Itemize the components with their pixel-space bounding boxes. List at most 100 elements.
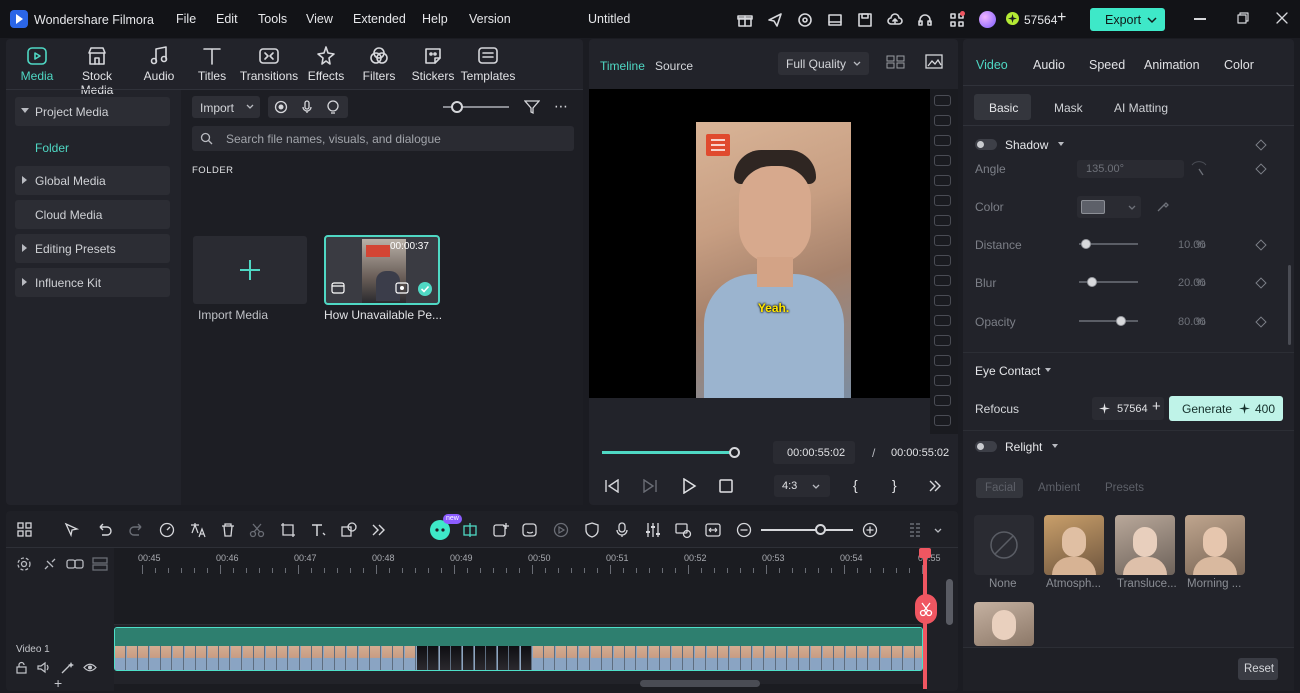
menu-file[interactable]: File bbox=[176, 12, 196, 26]
keyframe-diamond-icon[interactable] bbox=[1255, 316, 1267, 328]
aspect-dropdown[interactable]: 4:3 bbox=[774, 475, 830, 497]
volume-icon[interactable] bbox=[37, 661, 51, 674]
crop-icon[interactable] bbox=[279, 521, 297, 539]
unlink-icon[interactable] bbox=[42, 556, 58, 572]
more-options-icon[interactable]: ⋯ bbox=[554, 98, 569, 115]
color-dropdown[interactable] bbox=[1077, 196, 1141, 218]
keyframe-diamond-icon[interactable] bbox=[1255, 163, 1267, 175]
caret-down-icon[interactable] bbox=[1052, 444, 1058, 449]
tab-stickers[interactable]: Stickers bbox=[402, 45, 464, 83]
zoom-in-icon[interactable] bbox=[861, 521, 879, 539]
quality-dropdown[interactable]: Full Quality bbox=[778, 52, 869, 75]
reset-button[interactable]: Reset bbox=[1238, 658, 1278, 680]
voiceover-icon[interactable] bbox=[326, 100, 340, 114]
preset-atmosphere[interactable] bbox=[1044, 515, 1104, 575]
timeline-tracks-area[interactable]: 00:45 00:46 00:47 00:48 00:49 00:50 00:51 00:52… bbox=[114, 548, 941, 691]
tree-item-influence-kit[interactable]: Influence Kit bbox=[15, 268, 170, 297]
play-icon[interactable] bbox=[681, 478, 697, 494]
subtab-ai-matting[interactable]: AI Matting bbox=[1114, 101, 1168, 115]
menu-tools[interactable]: Tools bbox=[258, 12, 287, 26]
save-icon[interactable] bbox=[856, 11, 874, 29]
auto-beat-icon[interactable] bbox=[461, 521, 479, 539]
timeline-zoom-knob[interactable] bbox=[815, 524, 826, 535]
ai-translate-icon[interactable] bbox=[189, 521, 207, 539]
select-pointer-icon[interactable] bbox=[63, 521, 81, 539]
tree-item-editing-presets[interactable]: Editing Presets bbox=[15, 234, 170, 263]
preset-none[interactable] bbox=[974, 515, 1034, 575]
mark-in-button[interactable]: { bbox=[853, 477, 858, 493]
send-icon[interactable] bbox=[766, 11, 784, 29]
restore-icon[interactable] bbox=[1237, 12, 1249, 24]
prop-tab-audio[interactable]: Audio bbox=[1033, 58, 1065, 72]
shield-icon[interactable] bbox=[583, 521, 601, 539]
sticker-add-icon[interactable] bbox=[521, 521, 539, 539]
timeline-zoom-slider[interactable] bbox=[761, 529, 853, 531]
tab-source[interactable]: Source bbox=[655, 59, 693, 73]
apps-grid-icon[interactable] bbox=[948, 11, 966, 29]
keyframe-diamond-icon[interactable] bbox=[1255, 139, 1267, 151]
layout-icon[interactable] bbox=[826, 11, 844, 29]
menu-help[interactable]: Help bbox=[422, 12, 448, 26]
keyframe-diamond-icon[interactable] bbox=[1255, 277, 1267, 289]
relight-tab-presets[interactable]: Presets bbox=[1105, 482, 1144, 494]
timeline-ruler[interactable]: 00:45 00:46 00:47 00:48 00:49 00:50 00:51 00:52… bbox=[114, 548, 941, 576]
video-clip[interactable] bbox=[114, 627, 923, 671]
relight-tab-facial[interactable]: Facial bbox=[976, 478, 1023, 498]
current-time-display[interactable]: 00:00:55:02 bbox=[773, 441, 855, 464]
previous-frame-icon[interactable] bbox=[604, 479, 620, 493]
close-icon[interactable] bbox=[1276, 12, 1288, 24]
tree-item-project-media[interactable]: Project Media bbox=[15, 97, 170, 126]
microphone-icon[interactable] bbox=[300, 100, 314, 114]
filter-icon[interactable] bbox=[524, 99, 540, 115]
more-tools-icon[interactable] bbox=[370, 521, 388, 539]
preset-translucent[interactable] bbox=[1115, 515, 1175, 575]
audio-mixer-icon[interactable] bbox=[644, 521, 662, 539]
next-frame-icon[interactable] bbox=[642, 479, 658, 493]
caret-down-icon[interactable] bbox=[1045, 368, 1051, 373]
blur-slider-knob[interactable] bbox=[1087, 277, 1097, 287]
split-scissors-icon[interactable] bbox=[248, 521, 266, 539]
menu-extended[interactable]: Extended bbox=[353, 12, 406, 26]
menu-version[interactable]: Version bbox=[469, 12, 511, 26]
playback-progress[interactable] bbox=[602, 451, 735, 454]
settings-gear-icon[interactable] bbox=[16, 556, 32, 572]
tab-templates[interactable]: Templates bbox=[457, 45, 519, 83]
zoom-slider-knob[interactable] bbox=[451, 101, 463, 113]
subtab-mask[interactable]: Mask bbox=[1054, 101, 1083, 115]
eyedropper-icon[interactable] bbox=[1156, 199, 1170, 213]
caret-down-icon[interactable] bbox=[1058, 142, 1064, 147]
text-tool-icon[interactable] bbox=[309, 521, 327, 539]
grid-view-icon[interactable] bbox=[886, 54, 906, 70]
support-icon[interactable] bbox=[796, 11, 814, 29]
plus-icon[interactable]: + bbox=[1152, 398, 1161, 415]
fit-icon[interactable] bbox=[704, 521, 722, 539]
tree-item-global-media[interactable]: Global Media bbox=[15, 166, 170, 195]
stop-icon[interactable] bbox=[719, 479, 733, 493]
track-manager-icon[interactable] bbox=[92, 556, 108, 572]
menu-edit[interactable]: Edit bbox=[216, 12, 238, 26]
preset-morning[interactable] bbox=[1185, 515, 1245, 575]
prop-tab-color[interactable]: Color bbox=[1224, 58, 1254, 72]
magic-wand-icon[interactable] bbox=[60, 661, 74, 674]
record-voice-icon[interactable] bbox=[613, 521, 631, 539]
redo-icon[interactable] bbox=[127, 521, 145, 539]
media-clip-thumbnail[interactable]: 00:00:37 bbox=[324, 235, 440, 305]
relight-tab-ambient[interactable]: Ambient bbox=[1038, 482, 1080, 494]
prop-tab-speed[interactable]: Speed bbox=[1089, 58, 1125, 72]
zoom-out-icon[interactable] bbox=[735, 521, 753, 539]
playback-progress-knob[interactable] bbox=[729, 447, 740, 458]
opacity-slider[interactable] bbox=[1079, 320, 1138, 322]
keyframe-diamond-icon[interactable] bbox=[1255, 239, 1267, 251]
menu-view[interactable]: View bbox=[306, 12, 333, 26]
export-button[interactable]: Export bbox=[1090, 8, 1165, 31]
video-canvas[interactable]: Yeah. bbox=[589, 89, 930, 398]
undo-icon[interactable] bbox=[96, 521, 114, 539]
motion-track-icon[interactable] bbox=[552, 521, 570, 539]
delete-icon[interactable] bbox=[219, 521, 237, 539]
shadow-toggle[interactable] bbox=[975, 139, 997, 150]
opacity-slider-knob[interactable] bbox=[1116, 316, 1126, 326]
subtab-basic[interactable]: Basic bbox=[974, 94, 1031, 120]
add-media-icon[interactable] bbox=[492, 521, 510, 539]
layout-grid-icon[interactable] bbox=[16, 521, 34, 539]
search-bar[interactable]: Search file names, visuals, and dialogue bbox=[192, 126, 574, 151]
